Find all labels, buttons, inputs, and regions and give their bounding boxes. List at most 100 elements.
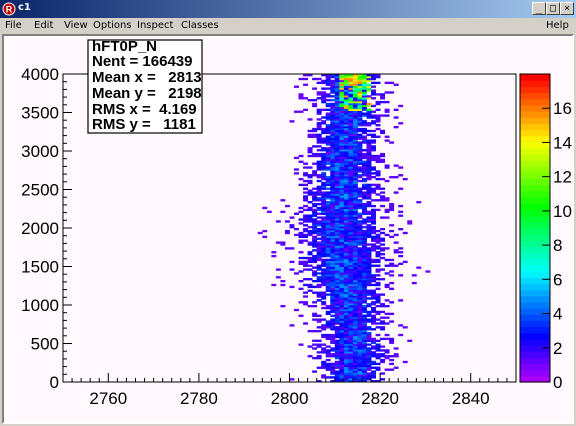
heatmap-cell	[402, 260, 408, 264]
maximize-button[interactable]: □	[546, 2, 560, 15]
menu-edit[interactable]: Edit	[34, 20, 53, 31]
heatmap-cell	[316, 264, 322, 267]
heatmap-cell	[289, 285, 295, 289]
heatmap-cell	[371, 81, 376, 85]
heatmap-cell	[375, 305, 381, 308]
heatmap-cell	[294, 212, 299, 215]
heatmap-cell	[312, 162, 318, 165]
heatmap-cell	[298, 260, 304, 264]
heatmap-cell	[371, 85, 376, 88]
heatmap-cell	[393, 264, 399, 267]
heatmap-cell	[357, 174, 363, 177]
menu-view[interactable]: View	[64, 20, 88, 31]
heatmap-cell	[366, 95, 372, 98]
heatmap-cell	[375, 278, 381, 281]
heatmap-cell	[280, 199, 286, 202]
heatmap-cell	[312, 208, 318, 212]
heatmap-cell	[389, 301, 395, 304]
heatmap-cell	[312, 99, 318, 102]
heatmap-cell	[312, 87, 318, 90]
heatmap-cell	[334, 339, 340, 342]
palette-swatch	[520, 178, 550, 186]
heatmap-cell	[384, 135, 390, 138]
palette-swatch	[520, 86, 550, 94]
menu-classes[interactable]: Classes	[181, 20, 219, 31]
heatmap-cell	[375, 326, 381, 329]
heatmap-cell	[393, 116, 399, 119]
stats-box[interactable]: hFT0P_N Nent = 166439 Mean x = 2813 Mean…	[87, 38, 203, 134]
heatmap-cell	[330, 347, 336, 350]
minimize-button[interactable]: _	[532, 2, 546, 15]
heatmap-cell	[316, 91, 322, 94]
heatmap-cell	[375, 135, 381, 138]
heatmap-cell	[384, 272, 390, 275]
heatmap-cell	[312, 339, 318, 342]
heatmap-cell	[371, 187, 376, 190]
heatmap-cell	[307, 264, 313, 267]
heatmap-cell	[366, 326, 372, 329]
heatmap-cell	[375, 268, 381, 271]
heatmap-cell	[294, 156, 299, 160]
heatmap-cell	[393, 249, 399, 252]
heatmap-cell	[393, 353, 399, 356]
menu-options[interactable]: Options	[93, 20, 132, 31]
heatmap-cell	[389, 312, 395, 316]
heatmap-cell	[389, 281, 395, 285]
heatmap-cell	[380, 337, 386, 341]
heatmap-cell	[312, 191, 318, 194]
heatmap-cell	[384, 233, 390, 237]
heatmap-cell	[284, 247, 290, 250]
heatmap-cell	[321, 318, 327, 321]
heatmap-cell	[298, 110, 304, 113]
palette-swatch	[520, 271, 550, 278]
heatmap-cell	[384, 216, 390, 219]
heatmap-cell	[316, 160, 322, 163]
heatmap-cell	[371, 366, 376, 369]
heatmap-cell	[398, 122, 404, 125]
heatmap-cell	[312, 356, 318, 360]
heatmap-cell	[371, 208, 376, 212]
plot-svg[interactable]: 2760 2780 2800 2820 2840 0500100015002000250…	[4, 36, 572, 422]
heatmap-cell	[303, 208, 309, 212]
x-tick-label: 2780	[180, 389, 218, 408]
menu-inspect[interactable]: Inspect	[137, 20, 173, 31]
heatmap-cell	[357, 220, 363, 223]
menu-help[interactable]: Help	[546, 20, 569, 31]
heatmap-cell	[312, 343, 318, 346]
close-button[interactable]: ×	[560, 2, 574, 15]
heatmap-cell	[316, 145, 322, 148]
heatmap-cell	[357, 187, 363, 190]
palette-swatch	[520, 240, 550, 248]
canvas-area[interactable]: 2760 2780 2800 2820 2840 0 500 1000 1500 2000 250…	[2, 34, 574, 424]
palette-swatch	[520, 289, 550, 297]
heatmap-cell	[375, 245, 381, 248]
heatmap-cell	[366, 216, 372, 219]
heatmap-cell	[312, 301, 318, 304]
heatmap-cell	[330, 318, 336, 321]
heatmap-cell	[407, 220, 413, 223]
heatmap-cell	[316, 81, 322, 85]
heatmap-cell	[375, 193, 381, 196]
heatmap-cell	[380, 100, 386, 104]
heatmap-cell	[298, 93, 304, 96]
heatmap-cell	[321, 181, 327, 185]
heatmap-cell	[316, 149, 322, 152]
heatmap-cell	[330, 353, 336, 356]
heatmap-cell	[366, 224, 372, 227]
heatmap-cell	[389, 320, 395, 323]
y-tick-label: 3000	[21, 142, 59, 161]
heatmap-cell	[366, 183, 372, 187]
heatmap-cell	[371, 226, 376, 229]
heatmap-cell	[298, 256, 304, 260]
heatmap-cell	[325, 305, 331, 308]
heatmap-cell	[371, 360, 376, 364]
heatmap-cell	[284, 229, 290, 233]
heatmap-cell	[298, 231, 304, 235]
menu-file[interactable]: File	[5, 20, 22, 31]
heatmap-cell	[375, 93, 381, 96]
window-titlebar[interactable]: R c1 _ □ ×	[0, 0, 576, 18]
heatmap-cell	[389, 337, 395, 341]
heatmap-cell	[307, 174, 313, 177]
heatmap-cell	[316, 326, 322, 329]
heatmap-cell	[398, 324, 404, 327]
